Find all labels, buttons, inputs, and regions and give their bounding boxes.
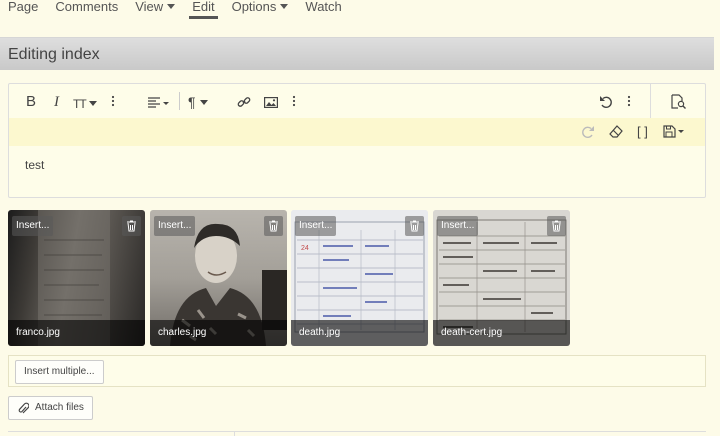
toolbar-row-2: [ ] [9, 118, 705, 146]
italic-icon[interactable]: I [54, 95, 59, 110]
insert-multiple-bar: Insert multiple... [8, 355, 706, 387]
svg-text:24: 24 [301, 245, 309, 252]
caret-down-icon [167, 4, 176, 9]
attach-files-button[interactable]: Attach files [8, 396, 93, 420]
insert-button[interactable]: Insert... [154, 216, 196, 236]
nav-options-label: Options [231, 0, 277, 14]
nav-comments[interactable]: Comments [55, 0, 118, 13]
font-size-glyph: TT [73, 97, 87, 111]
image-icon[interactable] [264, 96, 279, 110]
attachment-filename: death-cert.jpg [433, 320, 570, 346]
preview-icon [671, 94, 686, 109]
caret-down-icon [280, 4, 289, 9]
bold-icon[interactable]: B [26, 94, 36, 109]
paperclip-icon [18, 402, 29, 414]
page-heading: Editing index [0, 37, 714, 70]
nav-page[interactable]: Page [8, 0, 38, 13]
nav-view[interactable]: View [135, 0, 176, 14]
editor-content[interactable]: test [25, 158, 44, 172]
trash-icon [269, 220, 278, 232]
trash-icon [552, 220, 561, 232]
undo-icon[interactable] [599, 95, 613, 111]
insert-button[interactable]: Insert... [437, 216, 479, 236]
divider [8, 431, 706, 432]
delete-button[interactable] [547, 216, 566, 236]
redo-icon[interactable] [581, 125, 595, 141]
font-size-icon[interactable]: TT [73, 97, 97, 111]
more-vertical-icon[interactable] [627, 95, 631, 109]
insert-multiple-button[interactable]: Insert multiple... [15, 360, 104, 384]
top-nav: Page Comments View Edit Options Watch [0, 0, 720, 20]
trash-icon [410, 220, 419, 232]
divider [234, 431, 235, 436]
attachment-filename: death.jpg [291, 320, 428, 346]
insert-button[interactable]: Insert... [12, 216, 54, 236]
delete-button[interactable] [122, 216, 141, 236]
preview-button[interactable] [650, 84, 706, 118]
attachment-filename: franco.jpg [8, 320, 145, 346]
attachment-thumbnail[interactable]: Insert... death-cert.jpg [433, 210, 570, 346]
more-vertical-icon[interactable] [292, 95, 296, 109]
toolbar-row-1: B I TT ¶ [9, 84, 649, 118]
delete-button[interactable] [264, 216, 283, 236]
attach-files-label: Attach files [35, 402, 84, 413]
delete-button[interactable] [405, 216, 424, 236]
attachment-thumbnail[interactable]: Insert... franco.jpg [8, 210, 145, 346]
nav-view-label: View [135, 0, 164, 14]
link-icon[interactable] [237, 95, 251, 111]
caret-down-icon [199, 100, 208, 105]
attachment-thumbnail[interactable]: Insert... charles.jpg [150, 210, 287, 346]
more-vertical-icon[interactable] [111, 95, 115, 109]
rich-text-editor: B I TT ¶ [] test [8, 83, 706, 198]
attachment-thumbnail[interactable]: 24 Insert... death.jpg [291, 210, 428, 346]
nav-options[interactable]: Options [232, 0, 289, 13]
paragraph-icon[interactable]: ¶ [188, 95, 208, 109]
trash-icon [127, 220, 136, 232]
nav-watch[interactable]: Watch [305, 0, 341, 13]
nav-edit[interactable]: Edit [189, 0, 219, 19]
attachment-filename: charles.jpg [150, 320, 287, 346]
toolbar-separator [179, 92, 180, 110]
align-icon[interactable] [147, 96, 169, 110]
caret-down-icon [88, 101, 97, 106]
save-draft-icon[interactable] [663, 125, 685, 140]
eraser-icon[interactable] [609, 125, 623, 140]
code-icon[interactable]: [ ] [637, 125, 648, 139]
insert-button[interactable]: Insert... [295, 216, 337, 236]
paragraph-glyph: ¶ [188, 94, 196, 110]
